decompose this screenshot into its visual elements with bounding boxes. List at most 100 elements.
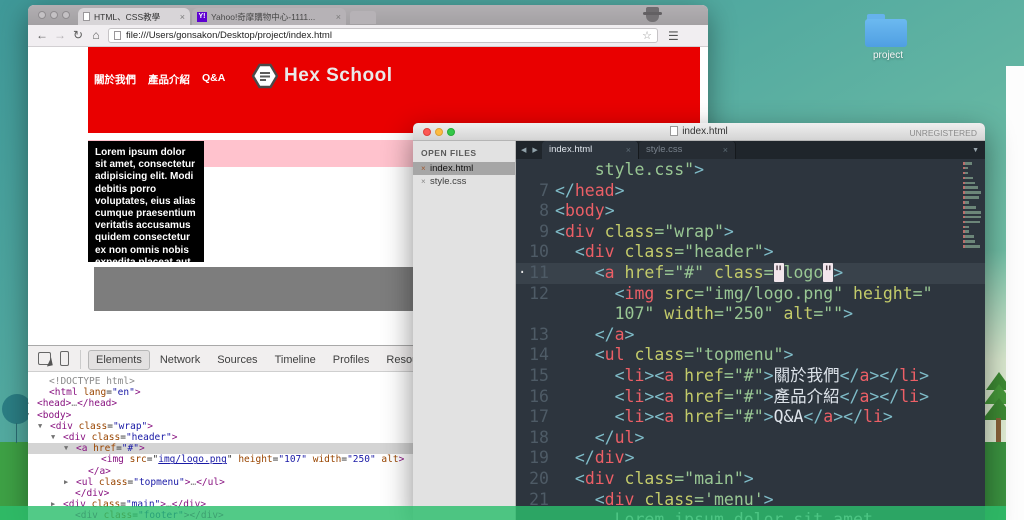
page-icon — [114, 31, 121, 40]
site-logo-text: Hex School — [284, 65, 393, 86]
bookmark-star-icon[interactable]: ☆ — [642, 29, 652, 42]
close-tab-icon[interactable]: × — [175, 12, 185, 22]
line-number: 20 — [529, 468, 549, 488]
expand-arrow-icon[interactable]: ▶ — [64, 477, 76, 488]
editor-tab-label: style.css — [646, 144, 683, 155]
line-number: 18 — [529, 427, 549, 447]
tab-scroll-arrows[interactable]: ◀▶ — [521, 146, 544, 154]
code-line[interactable]: 10 <div class="header"> — [516, 242, 985, 263]
expand-arrow-icon[interactable]: ▼ — [28, 410, 37, 421]
line-number: 16 — [529, 386, 549, 406]
code-line[interactable]: 107" width="250" alt=""> — [516, 304, 985, 325]
editor-tab-index.html[interactable]: index.html × — [542, 141, 639, 159]
minimap-line — [963, 235, 974, 238]
sidebar-file-style.css[interactable]: × style.css — [413, 175, 515, 188]
minimap-line — [963, 171, 968, 175]
line-number: 15 — [529, 365, 549, 385]
line-number: 8 — [539, 201, 549, 221]
page-nav: 關於我們 產品介紹 Q&A — [94, 72, 237, 87]
unregistered-badge: UNREGISTERED — [909, 128, 977, 138]
minimap-line — [963, 162, 972, 165]
minimize-window-button[interactable] — [50, 11, 58, 19]
code-line[interactable]: 13 </a> — [516, 325, 985, 346]
devtools-tab-elements[interactable]: Elements — [88, 350, 150, 370]
window-title: index.html — [413, 126, 985, 137]
zoom-window-button[interactable] — [62, 11, 70, 19]
line-number: 19 — [529, 448, 549, 468]
back-icon[interactable]: ← — [34, 28, 50, 42]
minimap-line — [963, 186, 979, 190]
expand-arrow-icon[interactable]: ▼ — [51, 432, 63, 443]
minimap-line — [963, 225, 970, 229]
sublime-window: index.html UNREGISTERED OPEN FILES × inde… — [413, 123, 985, 520]
code-line[interactable]: 7 </head> — [516, 181, 985, 202]
close-tab-icon[interactable]: × — [626, 141, 631, 159]
code-line[interactable]: 14 <ul class="topmenu"> — [516, 345, 985, 366]
devtools-tab-timeline[interactable]: Timeline — [268, 351, 323, 369]
devtools-tab-sources[interactable]: Sources — [210, 351, 264, 369]
line-number: 9 — [539, 221, 549, 241]
devtools-tab-network[interactable]: Network — [153, 351, 207, 369]
forward-icon[interactable]: → — [52, 28, 68, 42]
address-bar[interactable]: file:///Users/gonsakon/Desktop/project/i… — [108, 28, 658, 43]
line-number: 13 — [529, 324, 549, 344]
page-nav-link[interactable]: Q&A — [202, 72, 225, 87]
expand-arrow-icon[interactable]: ▶ — [28, 398, 37, 409]
code-line[interactable]: 20 <div class="main"> — [516, 469, 985, 490]
minimap-line — [963, 220, 981, 224]
browser-tab-label: HTML、CSS教學 — [94, 11, 161, 22]
close-tab-icon[interactable]: × — [723, 141, 728, 159]
yahoo-icon: Y! — [197, 11, 207, 22]
sublime-sidebar: OPEN FILES × index.html × style.css — [413, 141, 516, 520]
line-number: 10 — [529, 242, 549, 262]
device-mode-icon[interactable] — [60, 351, 69, 366]
url-text[interactable]: file:///Users/gonsakon/Desktop/project/i… — [126, 30, 642, 41]
file-close-icon[interactable]: × — [421, 162, 430, 175]
code-line[interactable]: style.css"> — [516, 160, 985, 181]
code-line[interactable]: 8 <body> — [516, 201, 985, 222]
editor-tab-bar: ◀▶ index.html × style.css × ▼ — [516, 141, 985, 159]
new-tab-button[interactable] — [350, 11, 376, 24]
chrome-toolbar: ← → ↻ ⌂ file:///Users/gonsakon/Desktop/p… — [28, 25, 708, 47]
code-line[interactable]: · 11 <a href="#" class="logo"> — [516, 262, 985, 284]
code-line[interactable]: 15 <li><a href="#">關於我們</a></li> — [516, 366, 985, 387]
tab-overflow-icon[interactable]: ▼ — [972, 147, 979, 154]
code-line[interactable]: 19 </div> — [516, 448, 985, 469]
site-logo[interactable]: Hex School — [252, 63, 392, 89]
desktop-folder-project[interactable]: project — [865, 14, 911, 61]
devtools-tab-profiles[interactable]: Profiles — [326, 351, 377, 369]
home-icon[interactable]: ⌂ — [88, 28, 104, 42]
code-line[interactable]: 9 <div class="wrap"> — [516, 222, 985, 243]
minimap-line — [963, 230, 969, 234]
minimap[interactable] — [963, 162, 983, 250]
code-line[interactable]: 17 <li><a href="#">Q&A</a></li> — [516, 407, 985, 428]
incognito-icon — [642, 7, 664, 23]
page-nav-link[interactable]: 產品介紹 — [148, 72, 190, 87]
incognito-face — [646, 15, 659, 22]
close-window-button[interactable] — [38, 11, 46, 19]
expand-arrow-icon[interactable]: ▼ — [38, 421, 50, 432]
code-line[interactable]: 16 <li><a href="#">產品介紹</a></li> — [516, 387, 985, 408]
browser-tab[interactable]: HTML、CSS教學 × — [78, 8, 190, 25]
inspect-element-icon[interactable] — [38, 352, 51, 365]
code-editor[interactable]: style.css"> 7 </head> 8 <body> 9 <div class="w… — [516, 159, 985, 520]
code-line[interactable]: 18 </ul> — [516, 428, 985, 449]
page-header: 關於我們 產品介紹 Q&A Hex School — [88, 47, 700, 133]
code-line[interactable]: 12 <img src="img/logo.png" height=" — [516, 284, 985, 305]
expand-arrow-icon[interactable]: ▼ — [64, 443, 76, 454]
page-nav-link[interactable]: 關於我們 — [94, 72, 136, 87]
green-overlay-strip — [0, 506, 1006, 520]
line-number: 7 — [539, 180, 549, 200]
sidebar-file-index.html[interactable]: × index.html — [413, 162, 515, 175]
editor-tab-style.css[interactable]: style.css × — [639, 141, 736, 159]
browser-tab[interactable]: Y! Yahoo!奇摩購物中心-1111... × — [192, 8, 346, 25]
folder-label: project — [872, 50, 903, 61]
page-icon — [83, 12, 90, 21]
close-tab-icon[interactable]: × — [331, 12, 341, 22]
reload-icon[interactable]: ↻ — [70, 28, 86, 42]
minimap-line — [963, 245, 980, 248]
divider — [80, 350, 81, 369]
line-number: 12 — [529, 283, 549, 303]
file-close-icon[interactable]: × — [421, 175, 430, 188]
chrome-menu-icon[interactable]: ☰ — [668, 29, 679, 43]
